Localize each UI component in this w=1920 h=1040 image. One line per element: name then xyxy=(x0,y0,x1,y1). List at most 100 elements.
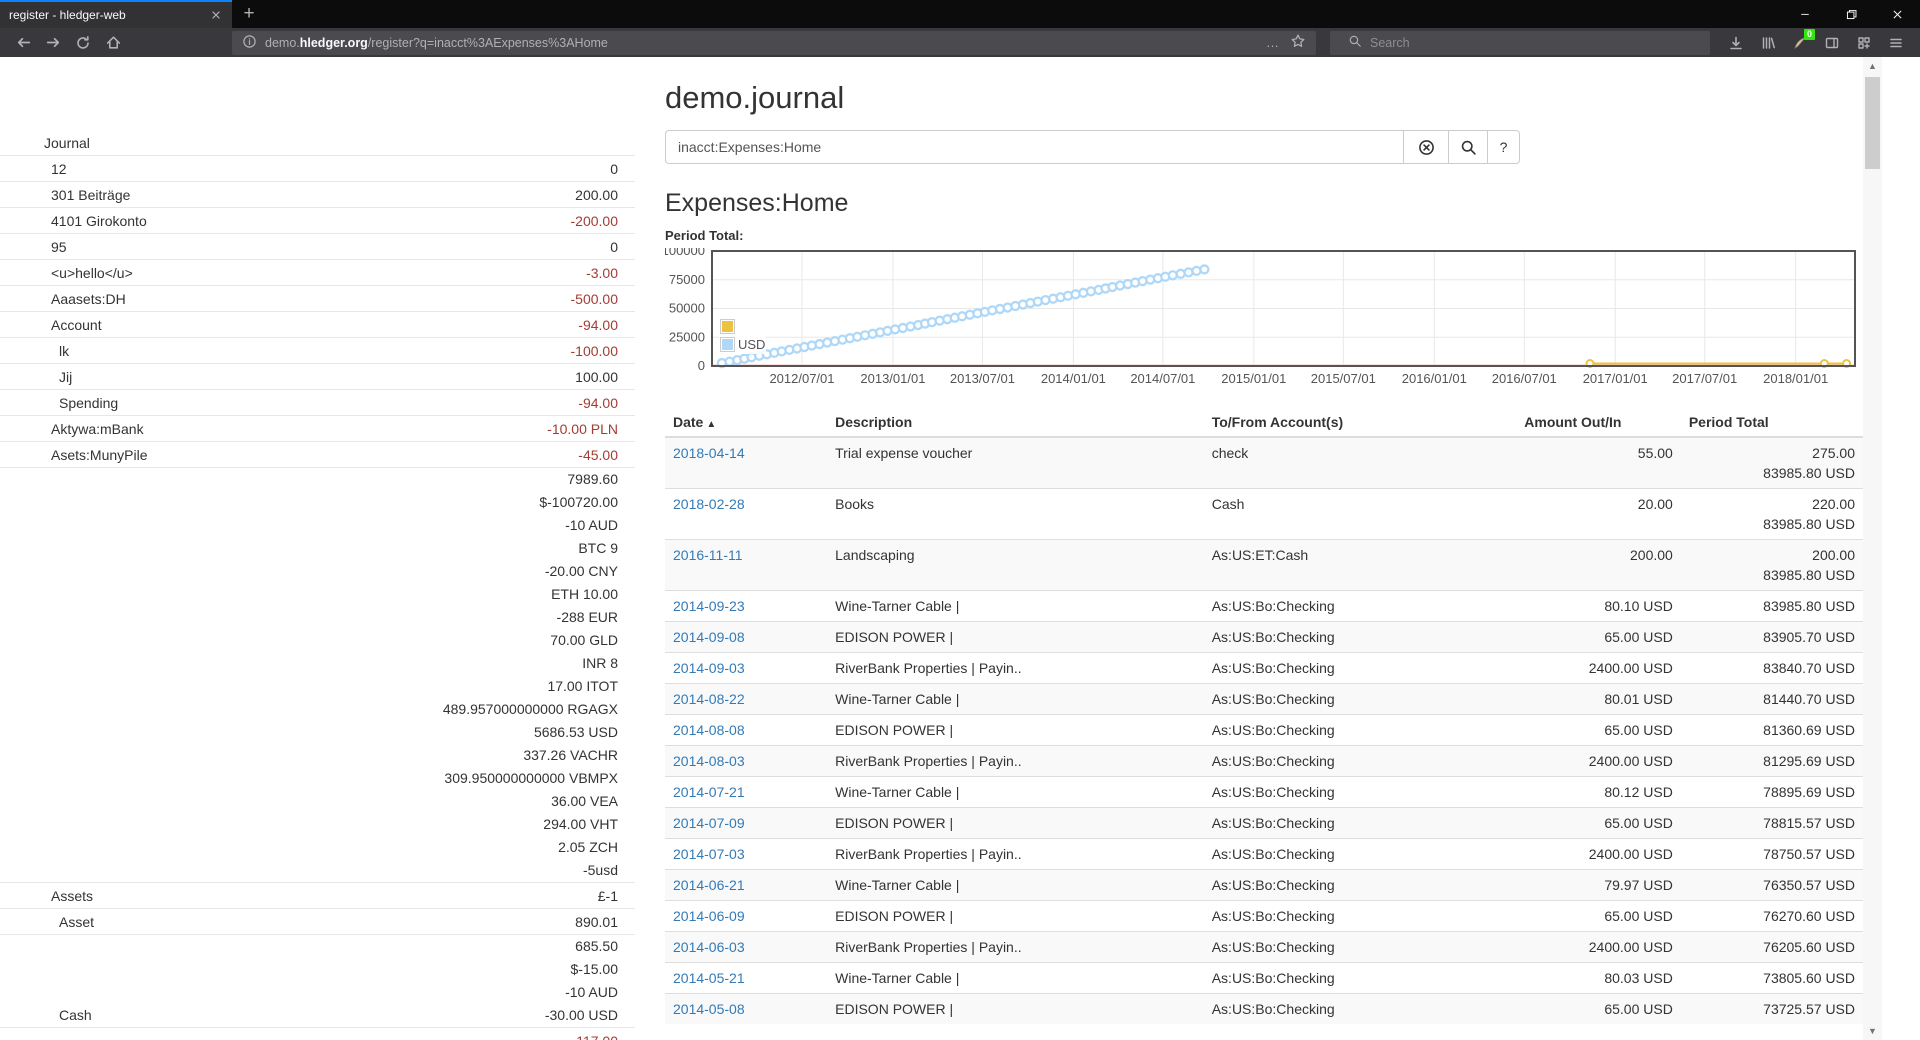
reader-sidebar-icon[interactable] xyxy=(1816,30,1848,56)
account-link[interactable]: Asset xyxy=(0,910,94,934)
sidebar-account-row[interactable]: Jij100.00 xyxy=(0,363,635,389)
search-query-button[interactable] xyxy=(1448,130,1488,164)
sidebar-account-row[interactable]: lk-100.00 xyxy=(0,337,635,363)
account-link[interactable]: lk xyxy=(0,339,69,363)
extension-quill-icon[interactable]: 0 xyxy=(1784,30,1816,56)
account-link[interactable]: Aaasets:DH xyxy=(0,287,126,311)
tab-close-icon[interactable] xyxy=(209,8,223,22)
account-link[interactable]: Assets xyxy=(0,884,93,908)
register-row[interactable]: 2014-07-09EDISON POWER |As:US:Bo:Checkin… xyxy=(665,808,1863,839)
txn-date-link[interactable]: 2014-08-08 xyxy=(673,722,745,738)
register-row[interactable]: 2014-06-21Wine-Tarner Cable |As:US:Bo:Ch… xyxy=(665,870,1863,901)
register-row[interactable]: 2014-09-23Wine-Tarner Cable |As:US:Bo:Ch… xyxy=(665,591,1863,622)
sidebar-account-row[interactable]: 4101 Girokonto-200.00 xyxy=(0,207,635,233)
txn-date-link[interactable]: 2014-05-08 xyxy=(673,1001,745,1017)
scroll-up-icon[interactable]: ▲ xyxy=(1863,61,1882,71)
txn-date-link[interactable]: 2014-08-22 xyxy=(673,691,745,707)
sidebar-account-row[interactable]: Account-94.00 xyxy=(0,311,635,337)
column-header-period-total[interactable]: Period Total xyxy=(1681,408,1863,437)
txn-date-link[interactable]: 2014-07-09 xyxy=(673,815,745,831)
register-row[interactable]: 2014-07-21Wine-Tarner Cable |As:US:Bo:Ch… xyxy=(665,777,1863,808)
sidebar-account-row[interactable]: Cash685.50$-15.00-10 AUD-30.00 USD xyxy=(0,934,635,1027)
sidebar-account-row[interactable]: 301 Beiträge200.00 xyxy=(0,181,635,207)
register-row[interactable]: 2014-08-22Wine-Tarner Cable |As:US:Bo:Ch… xyxy=(665,684,1863,715)
txn-date-link[interactable]: 2014-09-23 xyxy=(673,598,745,614)
minimize-button[interactable] xyxy=(1782,0,1828,28)
account-link[interactable]: 4101 Girokonto xyxy=(0,209,147,233)
txn-date-link[interactable]: 2014-06-21 xyxy=(673,877,745,893)
account-link[interactable]: Spending xyxy=(0,391,118,415)
home-icon[interactable] xyxy=(98,30,128,56)
register-row[interactable]: 2014-09-08EDISON POWER |As:US:Bo:Checkin… xyxy=(665,622,1863,653)
url-bar[interactable]: demo.hledger.org/register?q=inacct%3AExp… xyxy=(232,31,1316,55)
account-link[interactable]: Journal xyxy=(0,131,90,155)
column-header-date[interactable]: Date▲ xyxy=(665,408,827,437)
back-icon[interactable] xyxy=(8,30,38,56)
sidebar-account-row[interactable]: 120 xyxy=(0,155,635,181)
register-row[interactable]: 2014-08-03RiverBank Properties | Payin..… xyxy=(665,746,1863,777)
sidebar-account-row[interactable]: Spending-94.00 xyxy=(0,389,635,415)
column-header-description[interactable]: Description xyxy=(827,408,1204,437)
register-row[interactable]: 2014-09-03RiverBank Properties | Payin..… xyxy=(665,653,1863,684)
sidebar-account-row[interactable]: Asets:MunyPile-45.00 xyxy=(0,441,635,467)
sidebar-account-row[interactable]: -117.00 xyxy=(0,1027,635,1040)
page-actions-icon[interactable]: … xyxy=(1266,35,1280,50)
txn-date-link[interactable]: 2018-04-14 xyxy=(673,445,745,461)
txn-date-link[interactable]: 2014-09-03 xyxy=(673,660,745,676)
reload-icon[interactable] xyxy=(68,30,98,56)
page-scrollbar[interactable]: ▲ ▼ xyxy=(1863,57,1882,1040)
register-row[interactable]: 2018-02-28BooksCash20.00220.0083985.80 U… xyxy=(665,489,1863,540)
downloads-icon[interactable] xyxy=(1720,30,1752,56)
account-link[interactable]: Jij xyxy=(0,365,72,389)
register-row[interactable]: 2014-05-08EDISON POWER |As:US:Bo:Checkin… xyxy=(665,994,1863,1025)
library-icon[interactable] xyxy=(1752,30,1784,56)
account-link[interactable]: Asets:MunyPile xyxy=(0,443,147,467)
sidebar-account-row[interactable]: 950 xyxy=(0,233,635,259)
tiles-add-icon[interactable] xyxy=(1848,30,1880,56)
sidebar-account-row[interactable]: Assets£-1 xyxy=(0,882,635,908)
browser-search-field[interactable]: Search xyxy=(1330,31,1710,55)
account-link[interactable]: 301 Beiträge xyxy=(0,183,130,207)
column-header-to-from-account-s-[interactable]: To/From Account(s) xyxy=(1204,408,1517,437)
account-link[interactable]: Account xyxy=(0,313,102,337)
sidebar-account-row[interactable]: <u>hello</u>-3.00 xyxy=(0,259,635,285)
new-tab-button[interactable]: + xyxy=(232,0,266,28)
help-button[interactable]: ? xyxy=(1487,130,1520,164)
register-row[interactable]: 2018-04-14Trial expense vouchercheck55.0… xyxy=(665,437,1863,489)
register-row[interactable]: 2014-08-08EDISON POWER |As:US:Bo:Checkin… xyxy=(665,715,1863,746)
clear-query-button[interactable] xyxy=(1403,130,1449,164)
query-input[interactable] xyxy=(665,130,1404,164)
sidebar-account-row[interactable]: Aaasets:DH-500.00 xyxy=(0,285,635,311)
register-row[interactable]: 2016-11-11LandscapingAs:US:ET:Cash200.00… xyxy=(665,540,1863,591)
register-row[interactable]: 2014-06-09EDISON POWER |As:US:Bo:Checkin… xyxy=(665,901,1863,932)
txn-date-link[interactable]: 2014-07-03 xyxy=(673,846,745,862)
txn-date-link[interactable]: 2014-06-09 xyxy=(673,908,745,924)
txn-date-link[interactable]: 2014-05-21 xyxy=(673,970,745,986)
sidebar-account-row[interactable]: Asset890.01 xyxy=(0,908,635,934)
column-header-amount-out-in[interactable]: Amount Out/In xyxy=(1516,408,1681,437)
sidebar-account-row[interactable]: 7989.60$-100720.00-10 AUDBTC 9-20.00 CNY… xyxy=(0,467,635,882)
account-link[interactable]: Aktywa:mBank xyxy=(0,417,144,441)
txn-date-link[interactable]: 2014-07-21 xyxy=(673,784,745,800)
scrollbar-thumb[interactable] xyxy=(1865,77,1880,169)
hamburger-menu-icon[interactable] xyxy=(1880,30,1912,56)
forward-icon[interactable] xyxy=(38,30,68,56)
txn-date-link[interactable]: 2016-11-11 xyxy=(673,547,743,563)
account-link[interactable]: 95 xyxy=(0,235,67,259)
register-row[interactable]: 2014-06-03RiverBank Properties | Payin..… xyxy=(665,932,1863,963)
bookmark-star-icon[interactable] xyxy=(1290,33,1306,52)
txn-date-link[interactable]: 2018-02-28 xyxy=(673,496,745,512)
register-row[interactable]: 2014-05-21Wine-Tarner Cable |As:US:Bo:Ch… xyxy=(665,963,1863,994)
period-total-chart[interactable]: 02500050000750001000002012/07/012013/01/… xyxy=(665,248,1862,388)
txn-date-link[interactable]: 2014-09-08 xyxy=(673,629,745,645)
close-window-button[interactable] xyxy=(1874,0,1920,28)
restore-button[interactable] xyxy=(1828,0,1874,28)
site-info-icon[interactable] xyxy=(242,34,257,52)
register-row[interactable]: 2014-07-03RiverBank Properties | Payin..… xyxy=(665,839,1863,870)
txn-date-link[interactable]: 2014-08-03 xyxy=(673,753,745,769)
account-link[interactable]: Cash xyxy=(0,1003,92,1027)
scroll-down-icon[interactable]: ▼ xyxy=(1863,1026,1882,1036)
account-link[interactable]: <u>hello</u> xyxy=(0,261,133,285)
txn-date-link[interactable]: 2014-06-03 xyxy=(673,939,745,955)
sidebar-account-row[interactable]: Journal xyxy=(0,129,635,155)
